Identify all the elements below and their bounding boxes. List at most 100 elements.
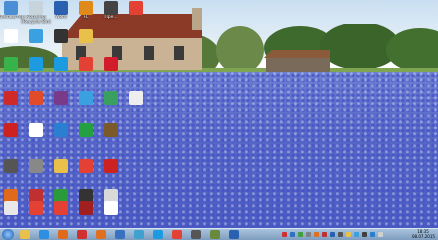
chrome-icon[interactable] xyxy=(50,200,72,228)
word-icon-glyph xyxy=(54,1,68,15)
folder-icon-glyph xyxy=(54,159,68,173)
app-icon[interactable]: Пре... xyxy=(100,0,122,28)
chrome-icon[interactable] xyxy=(75,158,97,186)
winrar-icon-glyph xyxy=(54,91,68,105)
skype-icon-glyph xyxy=(29,57,43,71)
app-icon[interactable] xyxy=(0,158,22,186)
flag-icon-glyph xyxy=(29,123,43,137)
app-icon-glyph xyxy=(4,123,18,137)
document-icon[interactable] xyxy=(0,200,22,228)
chrome-icon-glyph xyxy=(29,201,43,215)
volume-icon[interactable] xyxy=(362,232,367,237)
hat-icon-glyph xyxy=(129,91,143,105)
document-icon-glyph xyxy=(4,201,18,215)
flag-icon[interactable] xyxy=(378,232,383,237)
chrome-icon[interactable] xyxy=(125,0,147,28)
taskbar-explorer-icon[interactable] xyxy=(20,230,30,239)
chrome-icon[interactable] xyxy=(25,200,47,228)
app-icon[interactable] xyxy=(100,158,122,186)
tray-icon[interactable] xyxy=(282,232,287,237)
whatsapp-icon[interactable] xyxy=(0,56,22,84)
globe-icon[interactable] xyxy=(100,90,122,118)
folder-icon[interactable] xyxy=(50,158,72,186)
skype-icon[interactable] xyxy=(25,56,47,84)
document-icon-glyph xyxy=(104,201,118,215)
browser-icon[interactable] xyxy=(75,90,97,118)
tray-icon[interactable] xyxy=(354,232,359,237)
chrome-icon-glyph xyxy=(54,201,68,215)
system-tray xyxy=(282,231,412,239)
fl-studio-icon-glyph xyxy=(79,1,93,15)
app-icon[interactable] xyxy=(0,122,22,150)
taskbar-app-icon[interactable] xyxy=(191,230,201,239)
whatsapp-icon-glyph xyxy=(4,57,18,71)
taskbar-media-player-icon[interactable] xyxy=(58,230,68,239)
document-icon[interactable] xyxy=(0,28,22,56)
tray-icon[interactable] xyxy=(290,232,295,237)
recycle-bin-icon-glyph xyxy=(29,1,43,15)
clock[interactable]: 18:35 08.07.2015 xyxy=(412,229,435,239)
tray-icon[interactable] xyxy=(330,232,335,237)
document-icon-glyph xyxy=(4,29,18,43)
app-icon[interactable] xyxy=(75,122,97,150)
skype-icon-glyph xyxy=(54,57,68,71)
app-icon-glyph xyxy=(104,159,118,173)
chrome-icon-glyph xyxy=(79,57,93,71)
wallpaper-barn xyxy=(264,50,330,72)
tray-icon[interactable] xyxy=(306,232,311,237)
opera-icon-glyph xyxy=(104,57,118,71)
taskbar-app-icon[interactable] xyxy=(229,230,239,239)
app-icon-glyph xyxy=(79,201,93,215)
app-icon[interactable] xyxy=(25,158,47,186)
chrome-icon-glyph xyxy=(79,159,93,173)
hat-icon[interactable] xyxy=(125,90,147,118)
network-icon-glyph xyxy=(54,123,68,137)
pdf-icon[interactable] xyxy=(0,90,22,118)
computer-icon-glyph xyxy=(4,1,18,15)
app-icon-glyph xyxy=(29,159,43,173)
taskbar-app-icon[interactable] xyxy=(77,230,87,239)
network-icon[interactable] xyxy=(370,232,375,237)
app-icon[interactable] xyxy=(75,200,97,228)
opera-icon[interactable] xyxy=(100,56,122,84)
desktop-icon-label: Пре... xyxy=(104,15,118,20)
app-icon[interactable] xyxy=(25,90,47,118)
folder-icon-glyph xyxy=(79,29,93,43)
winrar-icon[interactable] xyxy=(50,90,72,118)
taskbar-skype-icon[interactable] xyxy=(153,230,163,239)
taskbar-app-icon[interactable] xyxy=(134,230,144,239)
taskbar-minecraft-icon[interactable] xyxy=(210,230,220,239)
browser-icon-glyph xyxy=(29,29,43,43)
app-icon-glyph xyxy=(4,159,18,173)
taskbar-ie-icon[interactable] xyxy=(39,230,49,239)
flag-icon[interactable] xyxy=(25,122,47,150)
tray-icon[interactable] xyxy=(322,232,327,237)
app-icon-glyph xyxy=(79,123,93,137)
tray-icon[interactable] xyxy=(314,232,319,237)
taskbar: 18:35 08.07.2015 xyxy=(0,228,438,240)
taskbar-firefox-icon[interactable] xyxy=(96,230,106,239)
chrome-icon[interactable] xyxy=(75,56,97,84)
browser-icon-glyph xyxy=(79,91,93,105)
taskbar-chrome-icon[interactable] xyxy=(172,230,182,239)
chrome-icon-glyph xyxy=(129,1,143,15)
desktop: Компьютер Корзина (Recycle Bin) Word FL Пре.… xyxy=(0,0,438,228)
pdf-icon-glyph xyxy=(4,91,18,105)
app-icon-glyph xyxy=(29,91,43,105)
clock-date: 08.07.2015 xyxy=(412,234,435,239)
minecraft-icon-glyph xyxy=(104,123,118,137)
browser-icon[interactable] xyxy=(25,28,47,56)
taskbar-app-icon[interactable] xyxy=(115,230,125,239)
minecraft-icon[interactable] xyxy=(100,122,122,150)
document-icon[interactable] xyxy=(100,200,122,228)
tray-icon[interactable] xyxy=(298,232,303,237)
app-icon-glyph xyxy=(104,1,118,15)
media-icon-glyph xyxy=(54,29,68,43)
skype-icon[interactable] xyxy=(50,56,72,84)
tray-icon[interactable] xyxy=(346,232,351,237)
media-icon[interactable] xyxy=(50,28,72,56)
folder-icon[interactable] xyxy=(75,28,97,56)
tray-icon[interactable] xyxy=(338,232,343,237)
windows-start-icon[interactable] xyxy=(2,229,14,240)
network-icon[interactable] xyxy=(50,122,72,150)
